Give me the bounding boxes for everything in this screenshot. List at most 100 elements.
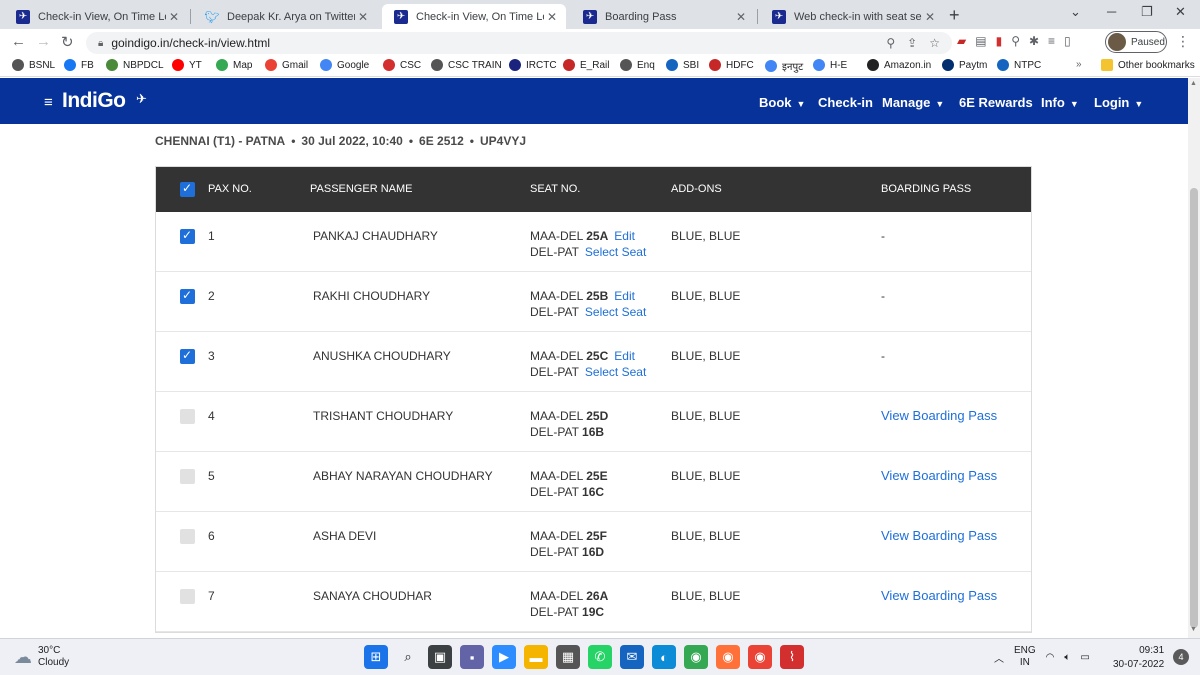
puzzle-extensions-icon[interactable]: ✱ xyxy=(1029,34,1039,48)
browser-menu-icon[interactable]: ⋮ xyxy=(1176,33,1190,50)
profile-button[interactable]: Paused xyxy=(1105,31,1167,53)
nav-manage[interactable]: Manage ▼ xyxy=(882,95,944,110)
search-icon[interactable]: ⌕ xyxy=(396,645,420,669)
bookmark-item[interactable]: Paytm xyxy=(942,59,987,71)
language-indicator[interactable]: ENG IN xyxy=(1014,645,1036,669)
forward-icon[interactable]: → xyxy=(36,33,51,50)
passenger-checkbox[interactable] xyxy=(180,409,195,424)
tray-overflow-icon[interactable]: ︿ xyxy=(994,650,1004,665)
start-icon[interactable]: ⊞ xyxy=(364,645,388,669)
clock[interactable]: 09:31 30-07-2022 xyxy=(1113,644,1164,672)
bookmark-item[interactable]: E_Rail xyxy=(563,59,609,71)
browser-tab[interactable]: ✈ Web check-in with seat selection✕ xyxy=(760,4,944,29)
whatsapp-icon[interactable]: ✆ xyxy=(588,645,612,669)
weather-widget[interactable]: ☁ 30°C Cloudy xyxy=(14,645,69,669)
edit-seat-link[interactable]: Edit xyxy=(614,349,635,363)
bookmark-item[interactable]: Map xyxy=(216,59,252,71)
notification-badge[interactable]: 4 xyxy=(1173,649,1189,665)
nav-6e-rewards[interactable]: 6E Rewards xyxy=(959,95,1033,110)
bookmark-item[interactable]: NBPDCL xyxy=(106,59,164,71)
share-icon[interactable]: ⇪ xyxy=(907,36,917,50)
reading-list-icon[interactable]: ≡ xyxy=(1048,34,1055,48)
location-icon[interactable]: ⚲ xyxy=(886,36,895,50)
select-seat-link[interactable]: Select Seat xyxy=(585,305,646,319)
calculator-icon[interactable]: ▦ xyxy=(556,645,580,669)
bookmark-item[interactable]: BSNL xyxy=(12,59,55,71)
bookmarks-overflow[interactable]: » xyxy=(1076,59,1082,70)
zoom-icon[interactable]: ▶ xyxy=(492,645,516,669)
passenger-checkbox[interactable] xyxy=(180,529,195,544)
close-tab-icon[interactable]: ✕ xyxy=(166,10,182,24)
restore-icon[interactable]: ❐ xyxy=(1141,4,1153,20)
other-bookmarks[interactable]: Other bookmarks xyxy=(1101,59,1195,71)
bookmark-star-icon[interactable]: ☆ xyxy=(929,36,940,50)
volume-icon[interactable]: 🔈︎ xyxy=(1064,652,1070,663)
nav-info[interactable]: Info ▼ xyxy=(1041,95,1079,110)
task-view-icon[interactable]: ▣ xyxy=(428,645,452,669)
chrome-icon[interactable]: ◉ xyxy=(684,645,708,669)
nav-login[interactable]: Login ▼ xyxy=(1094,95,1143,110)
bookmark-item[interactable]: Gmail xyxy=(265,59,308,71)
scroll-down-icon[interactable]: ▼ xyxy=(1190,626,1197,633)
pin-icon[interactable]: ⚲ xyxy=(1011,34,1020,48)
bookmark-item[interactable]: Enq xyxy=(620,59,655,71)
view-boarding-pass-link[interactable]: View Boarding Pass xyxy=(881,408,997,423)
chrome-active-icon[interactable]: ◉ xyxy=(748,645,772,669)
passenger-checkbox[interactable] xyxy=(180,589,195,604)
view-boarding-pass-link[interactable]: View Boarding Pass xyxy=(881,528,997,543)
select-all-checkbox[interactable] xyxy=(180,181,195,197)
app-icon[interactable]: ✉ xyxy=(620,645,644,669)
bookmark-item[interactable]: IRCTC xyxy=(509,59,557,71)
extension-icon[interactable]: ▰ xyxy=(957,34,966,48)
bookmark-item[interactable]: YT xyxy=(172,59,202,71)
file-explorer-icon[interactable]: ▬ xyxy=(524,645,548,669)
edit-seat-link[interactable]: Edit xyxy=(614,289,635,303)
scrollbar-thumb[interactable] xyxy=(1190,188,1198,628)
battery-icon[interactable]: ▭ xyxy=(1080,652,1089,663)
acrobat-icon[interactable]: ⌇ xyxy=(780,645,804,669)
back-icon[interactable]: ← xyxy=(11,33,26,50)
reload-icon[interactable]: ↻ xyxy=(61,33,74,51)
edit-seat-link[interactable]: Edit xyxy=(614,229,635,243)
bookmark-item[interactable]: H-E xyxy=(813,59,847,71)
page-scrollbar[interactable]: ▲ ▼ xyxy=(1188,78,1200,638)
bookmark-item[interactable]: FB xyxy=(64,59,94,71)
hamburger-menu-icon[interactable]: ≡ xyxy=(44,94,53,111)
bookmark-item[interactable]: CSC xyxy=(383,59,421,71)
edge-icon[interactable]: ◐ xyxy=(652,645,676,669)
nav-book[interactable]: Book ▼ xyxy=(759,95,805,110)
bookmark-item[interactable]: CSC TRAIN xyxy=(431,59,502,71)
passenger-checkbox[interactable] xyxy=(180,228,195,244)
sidebar-icon[interactable]: ▯ xyxy=(1064,34,1071,48)
indigo-logo[interactable]: IndiGo xyxy=(62,89,126,113)
browser-tab[interactable]: 🐦︎ Deepak Kr. Arya on Twitter: "@In✕ xyxy=(193,4,377,29)
passenger-checkbox[interactable] xyxy=(180,288,195,304)
close-window-icon[interactable]: ✕ xyxy=(1175,4,1186,20)
browser-tab[interactable]: ✈ Check-in View, On Time Low Cos✕ xyxy=(382,4,566,29)
tab-search-icon[interactable]: ⌄ xyxy=(1070,4,1081,20)
bookmark-item[interactable]: SBI xyxy=(666,59,699,71)
select-seat-link[interactable]: Select Seat xyxy=(585,245,646,259)
wifi-icon[interactable]: ◠ xyxy=(1046,652,1055,663)
extension-icon[interactable]: ▤ xyxy=(975,34,986,48)
bookmark-item[interactable]: Google xyxy=(320,59,369,71)
firefox-icon[interactable]: ◉ xyxy=(716,645,740,669)
close-tab-icon[interactable]: ✕ xyxy=(733,10,749,24)
bookmark-item[interactable]: NTPC xyxy=(997,59,1041,71)
minimize-icon[interactable]: ─ xyxy=(1107,4,1116,19)
bookmark-item[interactable]: Amazon.in xyxy=(867,59,931,71)
scroll-up-icon[interactable]: ▲ xyxy=(1190,80,1197,87)
browser-tab[interactable]: ✈ Boarding Pass ✕ xyxy=(571,4,755,29)
view-boarding-pass-link[interactable]: View Boarding Pass xyxy=(881,468,997,483)
close-tab-icon[interactable]: ✕ xyxy=(355,10,371,24)
extension-icon[interactable]: ▮ xyxy=(996,34,1003,48)
browser-tab[interactable]: ✈ Check-in View, On Time Low Cos✕ xyxy=(4,4,188,29)
bookmark-item[interactable]: इनपुट xyxy=(765,59,803,73)
teams-chat-icon[interactable]: ▪ xyxy=(460,645,484,669)
new-tab-icon[interactable]: + xyxy=(949,5,960,26)
close-tab-icon[interactable]: ✕ xyxy=(544,10,560,24)
close-tab-icon[interactable]: ✕ xyxy=(922,10,938,24)
passenger-checkbox[interactable] xyxy=(180,469,195,484)
nav-check-in[interactable]: Check-in xyxy=(818,95,873,110)
url-omnibox[interactable]: 🔒︎ goindigo.in/check-in/view.html ⚲ ⇪ ☆ xyxy=(86,32,952,54)
